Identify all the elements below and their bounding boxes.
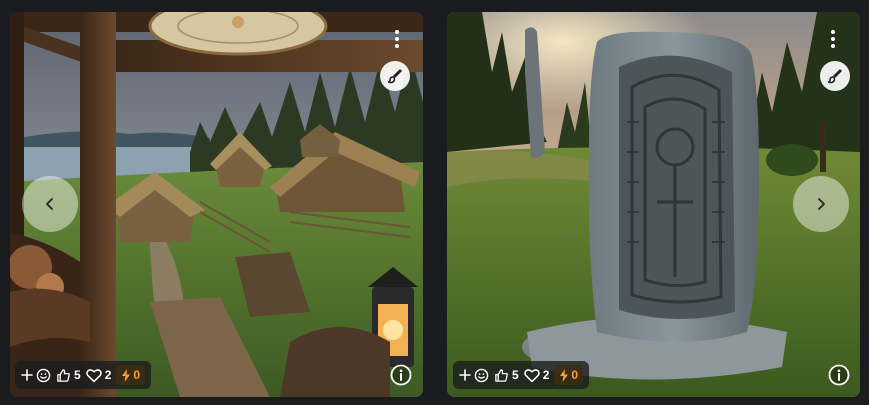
like-count: 5 <box>74 368 81 382</box>
plus-icon <box>21 369 33 381</box>
smiley-icon <box>36 368 51 382</box>
thumbs-up-icon <box>495 368 508 382</box>
thumbs-up-icon <box>57 368 70 382</box>
info-icon <box>828 364 850 386</box>
tip-count: 0 <box>571 368 579 382</box>
more-vertical-icon <box>831 30 835 34</box>
more-options-button[interactable] <box>823 26 843 52</box>
remix-button[interactable] <box>380 61 410 91</box>
add-reaction-button[interactable] <box>459 368 489 383</box>
next-image-button[interactable] <box>793 176 849 232</box>
chevron-left-icon <box>46 198 53 210</box>
heart-count: 2 <box>104 368 112 382</box>
plus-icon <box>459 369 471 381</box>
image-card-viking-village[interactable]: 5 2 0 <box>10 12 423 397</box>
image-info-button[interactable] <box>387 361 415 389</box>
brush-icon <box>827 69 842 84</box>
heart-reaction[interactable]: 2 <box>523 368 550 383</box>
reactions-bar: 5 2 0 <box>453 361 590 389</box>
tip-count: 0 <box>133 368 141 382</box>
image-card-runestone[interactable]: 5 2 0 <box>447 12 860 397</box>
smiley-icon <box>474 368 489 382</box>
like-count: 5 <box>512 368 519 382</box>
previous-image-button[interactable] <box>22 176 78 232</box>
heart-reaction[interactable]: 2 <box>85 368 112 383</box>
like-reaction[interactable]: 5 <box>494 368 519 383</box>
remix-button[interactable] <box>820 61 850 91</box>
info-icon <box>390 364 412 386</box>
brush-icon <box>387 69 402 84</box>
chevron-right-icon <box>818 198 825 210</box>
more-options-button[interactable] <box>387 26 407 52</box>
heart-count: 2 <box>542 368 550 382</box>
more-vertical-icon <box>395 30 399 34</box>
tip-button[interactable]: 0 <box>116 365 146 385</box>
reactions-bar: 5 2 0 <box>15 361 152 389</box>
image-gallery: 5 2 0 5 2 0 <box>0 0 869 405</box>
add-reaction-button[interactable] <box>21 368 51 383</box>
heart-icon <box>85 368 102 382</box>
heart-icon <box>523 368 540 382</box>
lightning-icon <box>122 368 131 382</box>
image-info-button[interactable] <box>825 361 853 389</box>
like-reaction[interactable]: 5 <box>56 368 81 383</box>
tip-button[interactable]: 0 <box>554 365 584 385</box>
lightning-icon <box>560 368 569 382</box>
